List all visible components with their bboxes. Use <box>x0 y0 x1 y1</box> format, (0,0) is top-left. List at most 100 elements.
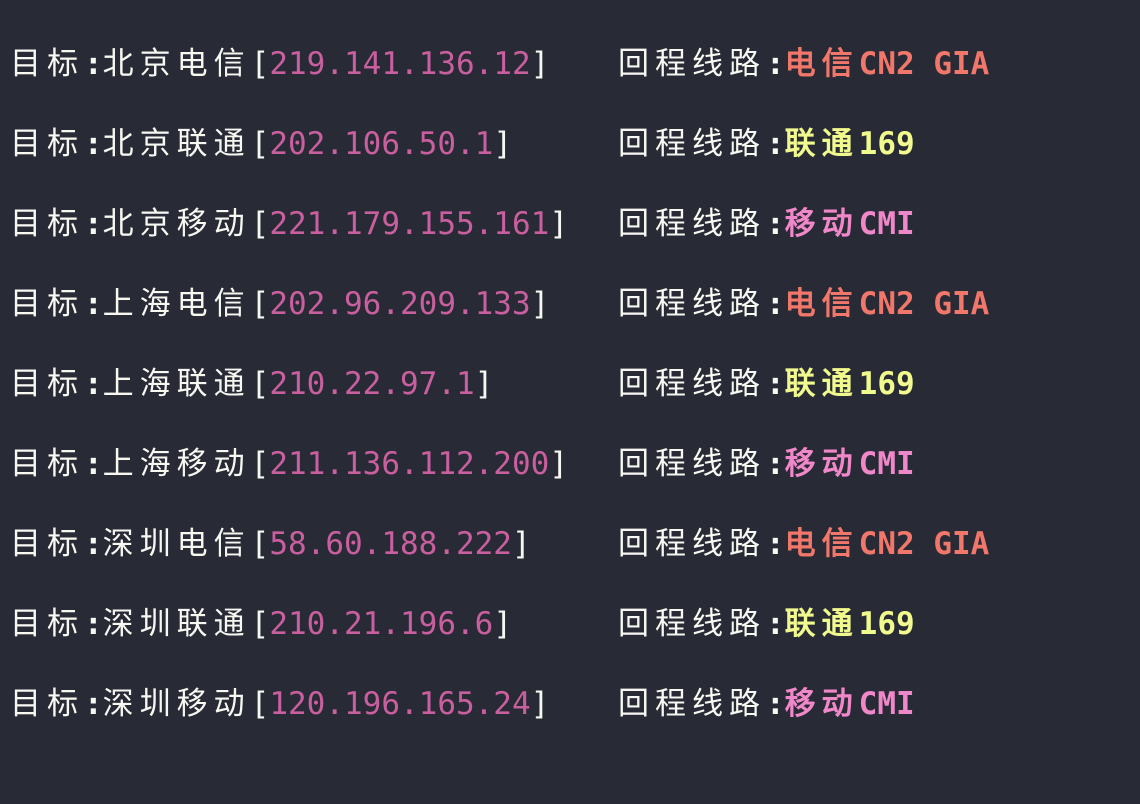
target-ip: 202.106.50.1 <box>269 126 494 162</box>
target-name: 上海电信 <box>102 286 251 322</box>
target-label: 目标 <box>10 366 84 402</box>
target-section: 目标:北京移动[221.179.155.161] <box>10 194 568 254</box>
route-carrier: 联通 <box>784 366 859 402</box>
colon: : <box>84 686 103 722</box>
target-label: 目标 <box>10 686 84 722</box>
target-section: 目标:深圳电信[58.60.188.222] <box>10 514 531 574</box>
route-line-type: CMI <box>858 206 915 242</box>
route-carrier: 联通 <box>784 126 859 162</box>
colon: : <box>766 606 785 642</box>
route-line-type: CN2 GIA <box>858 526 990 562</box>
colon: : <box>766 286 785 322</box>
route-label: 回程线路 <box>618 126 766 162</box>
target-name: 上海联通 <box>102 366 251 402</box>
route-line-type: CN2 GIA <box>858 286 990 322</box>
route-section: 回程线路:电信CN2 GIA <box>618 274 989 334</box>
route-section: 回程线路:移动CMI <box>618 434 915 494</box>
bracket-close: ] <box>493 126 512 162</box>
target-label: 目标 <box>10 606 84 642</box>
target-ip: 211.136.112.200 <box>269 446 550 482</box>
route-section: 回程线路:联通169 <box>618 594 915 654</box>
route-line-type: 169 <box>858 606 915 642</box>
route-label: 回程线路 <box>618 446 766 482</box>
colon: : <box>766 366 785 402</box>
route-label: 回程线路 <box>618 206 766 242</box>
target-name: 北京电信 <box>102 46 251 82</box>
target-section: 目标:上海移动[211.136.112.200] <box>10 434 568 494</box>
bracket-close: ] <box>511 526 531 562</box>
route-carrier: 电信 <box>784 526 859 562</box>
target-name: 北京联通 <box>102 126 251 162</box>
bracket-close: ] <box>549 446 568 482</box>
route-label: 回程线路 <box>618 606 766 642</box>
target-label: 目标 <box>10 286 84 322</box>
route-label: 回程线路 <box>618 366 766 402</box>
target-name: 深圳联通 <box>102 606 251 642</box>
target-section: 目标:上海联通[210.22.97.1] <box>10 354 493 414</box>
target-ip: 210.22.97.1 <box>269 366 475 402</box>
route-section: 回程线路:电信CN2 GIA <box>618 514 989 574</box>
colon: : <box>766 206 785 242</box>
route-line-type: CMI <box>858 686 915 722</box>
colon: : <box>766 126 785 162</box>
bracket-open: [ <box>250 46 270 82</box>
route-section: 回程线路:电信CN2 GIA <box>618 34 989 94</box>
colon: : <box>84 46 103 82</box>
bracket-open: [ <box>250 446 270 482</box>
route-carrier: 移动 <box>784 686 859 722</box>
route-row: 目标:上海联通[210.22.97.1] 回程线路:联通169 <box>0 354 1140 414</box>
route-row: 目标:北京移动[221.179.155.161] 回程线路:移动CMI <box>0 194 1140 254</box>
target-section: 目标:上海电信[202.96.209.133] <box>10 274 549 334</box>
bracket-open: [ <box>250 526 270 562</box>
bracket-close: ] <box>530 686 550 722</box>
route-row: 目标:深圳移动[120.196.165.24] 回程线路:移动CMI <box>0 674 1140 734</box>
route-row: 目标:北京联通[202.106.50.1] 回程线路:联通169 <box>0 114 1140 174</box>
target-section: 目标:深圳联通[210.21.196.6] <box>10 594 512 654</box>
colon: : <box>766 686 785 722</box>
route-row: 目标:深圳电信[58.60.188.222] 回程线路:电信CN2 GIA <box>0 514 1140 574</box>
bracket-open: [ <box>250 286 270 322</box>
colon: : <box>766 46 785 82</box>
colon: : <box>766 526 785 562</box>
colon: : <box>766 446 785 482</box>
route-label: 回程线路 <box>618 46 766 82</box>
bracket-close: ] <box>474 366 494 402</box>
route-carrier: 移动 <box>784 206 859 242</box>
route-carrier: 电信 <box>784 46 859 82</box>
colon: : <box>84 126 103 162</box>
route-label: 回程线路 <box>618 686 766 722</box>
bracket-open: [ <box>250 606 270 642</box>
route-carrier: 移动 <box>784 446 859 482</box>
route-row: 目标:上海电信[202.96.209.133] 回程线路:电信CN2 GIA <box>0 274 1140 334</box>
route-row: 目标:北京电信[219.141.136.12] 回程线路:电信CN2 GIA <box>0 34 1140 94</box>
route-line-type: CN2 GIA <box>858 46 990 82</box>
target-section: 目标:北京联通[202.106.50.1] <box>10 114 512 174</box>
route-line-type: 169 <box>858 366 915 402</box>
target-name: 深圳移动 <box>102 686 251 722</box>
colon: : <box>84 606 103 642</box>
target-label: 目标 <box>10 46 84 82</box>
route-label: 回程线路 <box>618 526 766 562</box>
target-label: 目标 <box>10 446 84 482</box>
colon: : <box>84 286 103 322</box>
target-name: 深圳电信 <box>102 526 251 562</box>
bracket-close: ] <box>530 286 550 322</box>
target-ip: 120.196.165.24 <box>269 686 531 722</box>
target-ip: 58.60.188.222 <box>269 526 512 562</box>
bracket-open: [ <box>250 206 270 242</box>
target-name: 上海移动 <box>102 446 251 482</box>
target-section: 目标:北京电信[219.141.136.12] <box>10 34 549 94</box>
route-row: 目标:上海移动[211.136.112.200] 回程线路:移动CMI <box>0 434 1140 494</box>
target-ip: 221.179.155.161 <box>269 206 550 242</box>
route-section: 回程线路:联通169 <box>618 354 915 414</box>
route-carrier: 联通 <box>784 606 859 642</box>
bracket-open: [ <box>250 686 270 722</box>
colon: : <box>84 366 103 402</box>
target-label: 目标 <box>10 126 84 162</box>
colon: : <box>84 446 103 482</box>
bracket-open: [ <box>250 366 270 402</box>
colon: : <box>84 526 103 562</box>
target-name: 北京移动 <box>102 206 251 242</box>
route-label: 回程线路 <box>618 286 766 322</box>
route-section: 回程线路:移动CMI <box>618 194 915 254</box>
